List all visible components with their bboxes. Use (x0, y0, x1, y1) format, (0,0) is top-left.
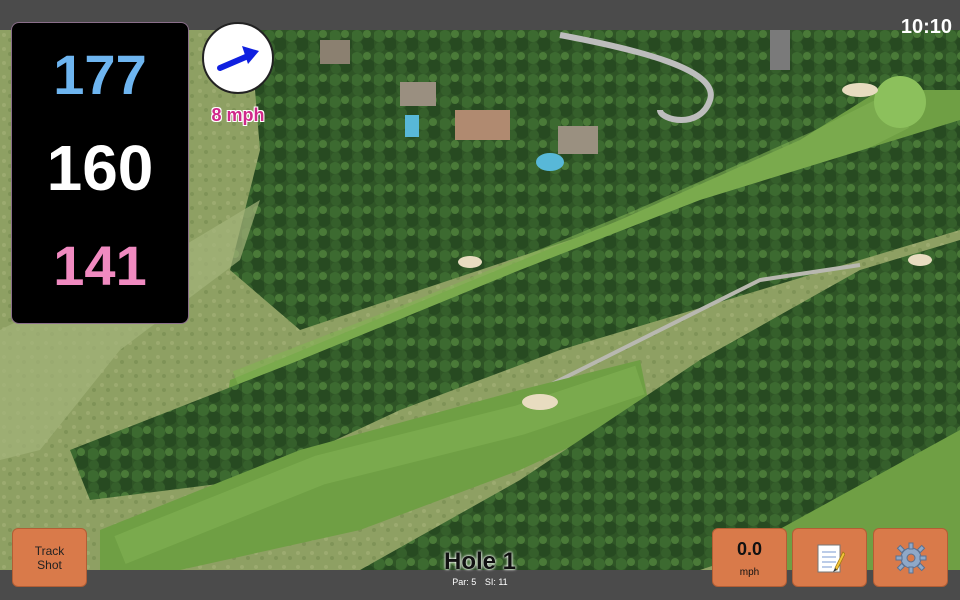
arrow-icon (217, 46, 259, 71)
settings-button[interactable] (873, 528, 948, 587)
distance-back: 177 (53, 43, 147, 106)
wind-speed-value: 0.0 (736, 539, 763, 559)
hole-info: Par: 5 SI: 11 (380, 577, 580, 587)
track-shot-button[interactable]: Track Shot (12, 528, 87, 587)
distance-front: 141 (53, 234, 147, 297)
hole-par: Par: 5 (452, 577, 477, 587)
track-shot-label-line2: Shot (37, 557, 62, 572)
wind-speed-unit: mph (739, 567, 760, 578)
clock: 10:10 (900, 16, 952, 38)
hole-si: SI: 11 (484, 577, 508, 587)
notepad-icon (817, 544, 845, 572)
distance-middle: 160 (46, 132, 154, 204)
track-shot-label-line1: Track (34, 543, 65, 558)
notes-button[interactable] (792, 528, 867, 587)
wind-speed-button[interactable]: 0.0 mph (712, 528, 787, 587)
distance-panel: 177 160 141 (11, 22, 189, 324)
hole-title: Hole 1 (443, 548, 517, 575)
gear-icon (895, 542, 926, 573)
wind-indicator[interactable] (202, 22, 274, 94)
wind-speed-label: 8 mph (211, 105, 265, 125)
